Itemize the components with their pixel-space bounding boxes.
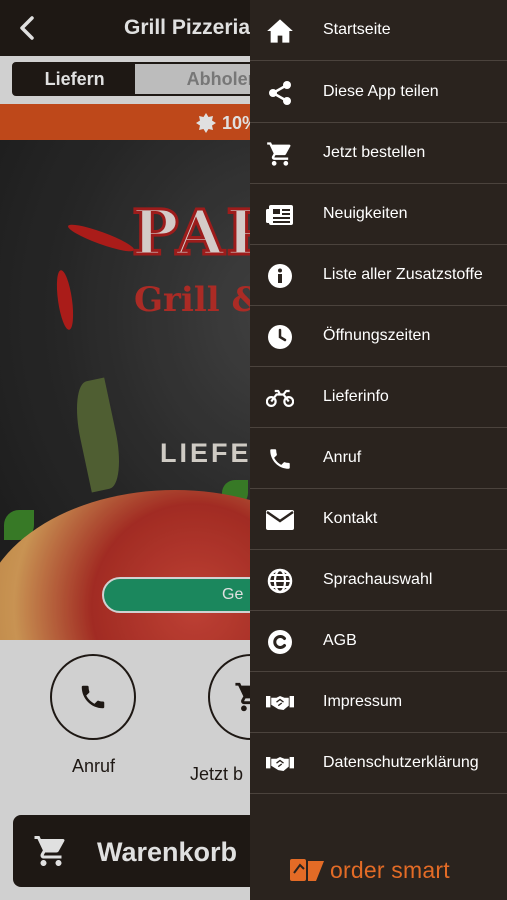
drawer-overlay[interactable] xyxy=(0,0,250,900)
copyright-icon xyxy=(266,628,294,656)
menu-item-label: AGB xyxy=(323,632,357,649)
order-smart-logo-text: order smart xyxy=(330,856,450,883)
menu-item-contact[interactable]: Kontakt xyxy=(250,489,507,550)
menu-item-label: Diese App teilen xyxy=(323,83,439,100)
menu-item-additives[interactable]: Liste aller Zusatzstoffe xyxy=(250,245,507,306)
menu-item-share-app[interactable]: Diese App teilen xyxy=(250,62,507,123)
navigation-drawer: Startseite Diese App teilen Jetzt bestel… xyxy=(250,0,507,900)
menu-item-label: Startseite xyxy=(323,21,391,38)
clock-icon xyxy=(266,323,294,351)
cart-icon xyxy=(266,140,294,168)
news-icon xyxy=(266,201,294,229)
menu-item-label: Liste aller Zusatzstoffe xyxy=(323,266,483,283)
handshake-icon xyxy=(266,689,294,717)
info-icon xyxy=(266,262,294,290)
menu-item-label: Neuigkeiten xyxy=(323,205,408,222)
share-icon xyxy=(266,79,294,107)
globe-icon xyxy=(266,567,294,595)
menu-item-call[interactable]: Anruf xyxy=(250,428,507,489)
menu-item-imprint[interactable]: Impressum xyxy=(250,672,507,733)
handshake-icon xyxy=(266,750,294,778)
home-icon xyxy=(266,17,294,45)
menu-item-opening-hours[interactable]: Öffnungszeiten xyxy=(250,306,507,367)
menu-item-privacy[interactable]: Datenschutzerklärung xyxy=(250,733,507,794)
menu-item-label: Anruf xyxy=(323,449,362,466)
menu-item-startseite[interactable]: Startseite xyxy=(250,0,507,61)
menu-item-label: Lieferinfo xyxy=(323,388,389,405)
menu-item-terms[interactable]: AGB xyxy=(250,611,507,672)
order-smart-logo-mark xyxy=(290,859,324,881)
menu-item-news[interactable]: Neuigkeiten xyxy=(250,184,507,245)
motorbike-icon xyxy=(266,384,294,412)
menu-item-label: Impressum xyxy=(323,693,403,710)
menu-item-order-now[interactable]: Jetzt bestellen xyxy=(250,123,507,184)
menu-item-label: Öffnungszeiten xyxy=(323,327,431,344)
menu-item-label: Datenschutzerklärung xyxy=(323,754,479,771)
menu-item-language[interactable]: Sprachauswahl xyxy=(250,550,507,611)
menu-item-delivery-info[interactable]: Lieferinfo xyxy=(250,367,507,428)
menu-item-label: Jetzt bestellen xyxy=(323,144,426,161)
mail-icon xyxy=(266,506,294,534)
menu-item-label: Sprachauswahl xyxy=(323,571,433,588)
phone-icon xyxy=(266,445,294,473)
menu-item-label: Kontakt xyxy=(323,510,378,527)
order-smart-logo: order smart xyxy=(290,855,450,885)
